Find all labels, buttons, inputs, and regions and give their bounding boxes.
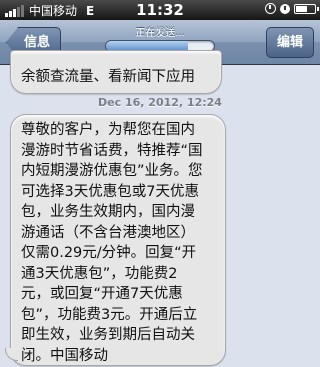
- previous-message-bubble[interactable]: 余额查流量、看新闻下应用: [10, 50, 222, 94]
- alarm-icon: [280, 3, 290, 14]
- rotation-lock-icon: [265, 3, 276, 14]
- status-bar: 中国移动 E 11:32: [0, 0, 320, 20]
- bubble-tail: [5, 348, 18, 361]
- status-right: [265, 3, 319, 14]
- incoming-message-text: 尊敬的客户，为帮您在国内 漫游时节省话费，特推荐“国 内短期漫游优惠包”业务。您…: [21, 122, 203, 364]
- message-timestamp: Dec 16, 2012, 12:24: [98, 96, 222, 109]
- previous-message-text: 余额查流量、看新闻下应用: [21, 69, 195, 85]
- incoming-message-bubble[interactable]: 尊敬的客户，为帮您在国内 漫游时节省话费，特推荐“国 内短期漫游优惠包”业务。您…: [10, 114, 226, 366]
- battery-icon: [294, 3, 319, 14]
- edit-button[interactable]: 编辑: [265, 27, 314, 58]
